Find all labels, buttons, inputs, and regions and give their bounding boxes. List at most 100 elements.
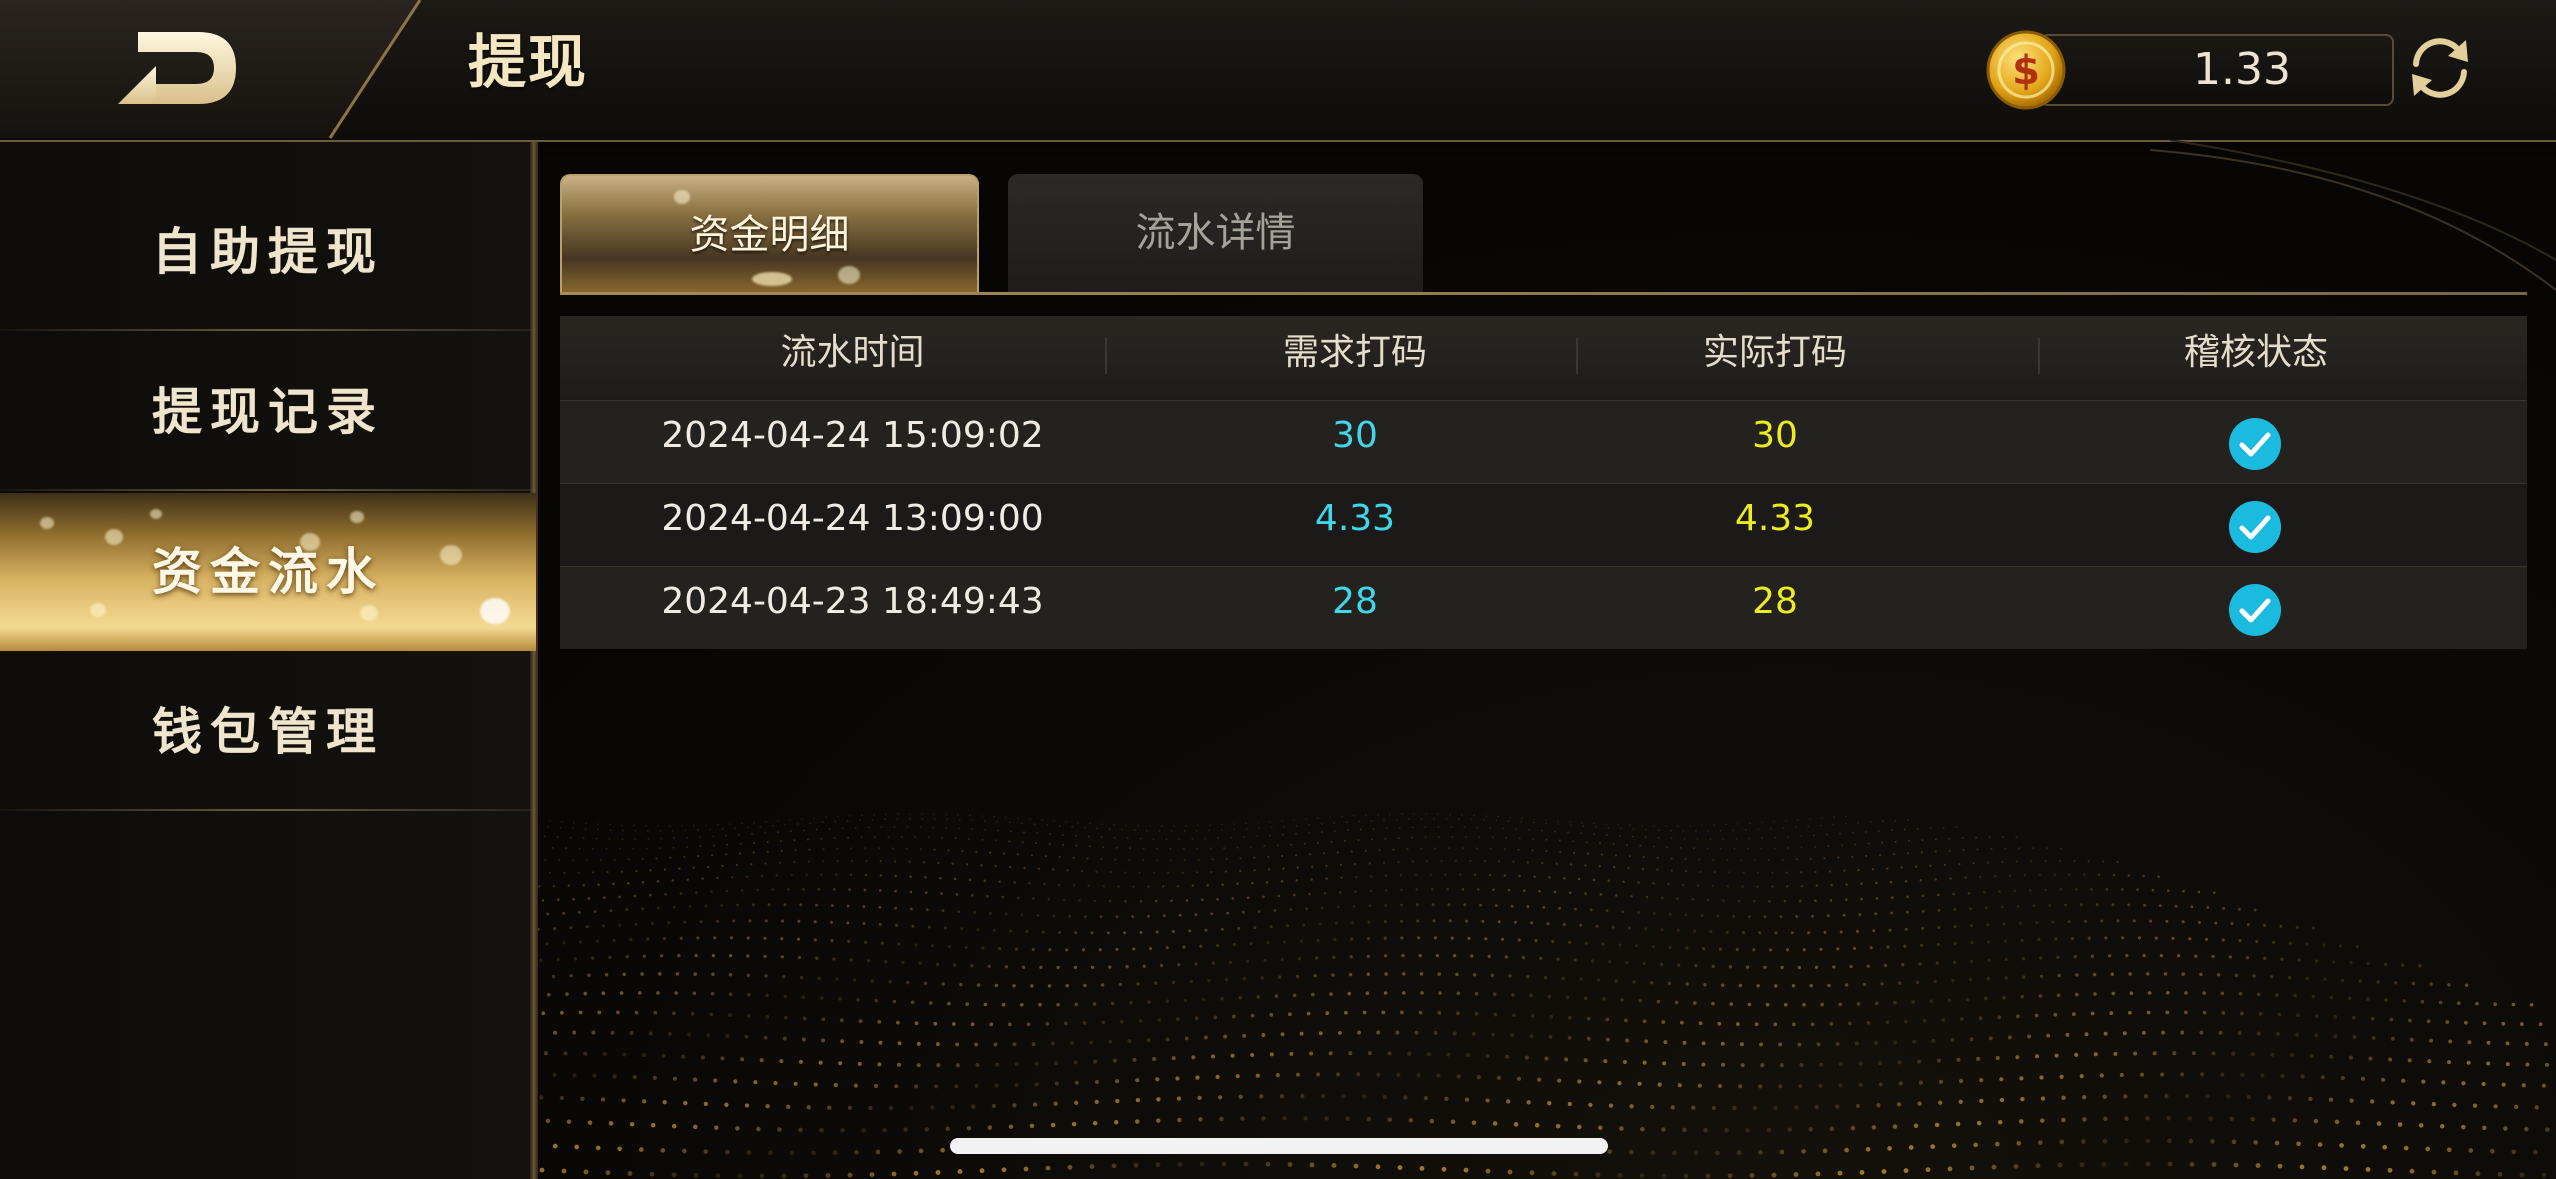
- sidebar-item-self-withdraw[interactable]: 自助提现: [0, 173, 536, 331]
- particle-dot: [1693, 929, 1697, 933]
- particle-dot: [1014, 1082, 1019, 1088]
- particle-dot: [760, 874, 764, 878]
- particle-dot: [1873, 1041, 1878, 1046]
- particle-dot: [1184, 1036, 1189, 1041]
- tab-flow-details[interactable]: 流水详情: [1008, 174, 1423, 292]
- particle-dot: [1245, 828, 1248, 830]
- particle-dot: [1693, 847, 1696, 850]
- particle-dot: [1844, 898, 1848, 902]
- particle-dot: [1489, 826, 1492, 829]
- refresh-icon[interactable]: [2402, 30, 2478, 106]
- particle-dot: [2092, 972, 2097, 977]
- particle-dot: [735, 1126, 740, 1131]
- particle-dot: [1030, 854, 1033, 857]
- particle-dot: [1357, 1030, 1362, 1035]
- particle-dot: [2021, 957, 2026, 961]
- particle-dot: [538, 927, 540, 931]
- particle-dot: [850, 859, 854, 863]
- sidebar-item-wallet-management[interactable]: 钱包管理: [0, 653, 536, 811]
- particle-dot: [2048, 903, 2052, 907]
- particle-dot: [1915, 865, 1918, 868]
- particle-dot: [833, 837, 836, 840]
- particle-dot: [1446, 887, 1449, 891]
- particle-dot: [2366, 997, 2370, 1001]
- particle-dot: [1904, 1019, 1908, 1024]
- particle-dot: [1493, 1012, 1498, 1017]
- particle-dot: [892, 999, 897, 1004]
- tab-fund-details[interactable]: 资金明细: [560, 174, 979, 294]
- particle-dot: [1771, 885, 1774, 888]
- fund-flow-table: 流水时间 需求打码 实际打码 稽核状态 2024-04-24 15:09:02 …: [560, 316, 2527, 649]
- check-icon: [2229, 584, 2281, 636]
- particle-dot: [2468, 1148, 2474, 1153]
- particle-dot: [608, 837, 611, 840]
- particle-dot: [2381, 1077, 2386, 1082]
- particle-dot: [556, 836, 559, 839]
- particle-dot: [1607, 826, 1610, 829]
- particle-dot: [1452, 1031, 1457, 1036]
- particle-dot: [1306, 1011, 1311, 1016]
- particle-dot: [1258, 827, 1261, 830]
- particle-dot: [1548, 876, 1551, 879]
- particle-dot: [1827, 983, 1831, 988]
- particle-dot: [1323, 891, 1327, 895]
- particle-dot: [2056, 993, 2061, 998]
- back-arrow-icon[interactable]: [118, 28, 243, 108]
- particle-dot: [2127, 903, 2131, 907]
- particle-dot: [868, 1105, 873, 1111]
- particle-dot: [1684, 858, 1687, 861]
- particle-dot: [1004, 965, 1009, 969]
- particle-dot: [1432, 919, 1436, 923]
- particle-dot: [2145, 1161, 2151, 1167]
- particle-dot: [841, 827, 844, 830]
- particle-dot: [1434, 847, 1437, 850]
- particle-dot: [1155, 847, 1159, 850]
- particle-dot: [1025, 930, 1029, 934]
- particle-dot: [1874, 1001, 1879, 1006]
- particle-dot: [2429, 1038, 2434, 1043]
- particle-dot: [1919, 879, 1923, 882]
- particle-dot: [1033, 823, 1036, 825]
- particle-dot: [1608, 960, 1612, 964]
- particle-dot: [924, 876, 927, 879]
- particle-dot: [671, 1123, 677, 1129]
- particle-dot: [1726, 859, 1729, 862]
- particle-dot: [1908, 1145, 1914, 1150]
- particle-dot: [1894, 819, 1897, 822]
- particle-dot: [1353, 815, 1355, 817]
- particle-dot: [914, 836, 917, 839]
- particle-dot: [1719, 847, 1723, 850]
- particle-dot: [2240, 1011, 2244, 1016]
- particle-dot: [1267, 855, 1270, 858]
- sidebar-item-fund-flow[interactable]: 资金流水: [0, 493, 536, 651]
- particle-dot: [1424, 826, 1427, 829]
- particle-dot: [765, 1104, 770, 1109]
- particle-dot: [1135, 1078, 1140, 1083]
- particle-dot: [2093, 1052, 2098, 1057]
- sidebar-item-withdraw-records[interactable]: 提现记录: [0, 333, 536, 491]
- particle-dot: [1217, 837, 1220, 840]
- particle-dot: [1206, 883, 1209, 887]
- particle-dot: [1792, 1022, 1796, 1027]
- particle-dot: [1629, 1104, 1634, 1109]
- particle-dot: [1857, 868, 1860, 872]
- particle-dot: [549, 820, 551, 822]
- particle-dot: [1823, 857, 1826, 860]
- particle-dot: [688, 905, 692, 908]
- particle-dot: [1593, 822, 1595, 825]
- particle-dot: [1456, 1011, 1460, 1016]
- particle-dot: [1204, 928, 1208, 932]
- particle-dot: [1152, 871, 1156, 875]
- particle-dot: [1530, 1014, 1535, 1018]
- particle-dot: [746, 936, 750, 940]
- particle-dot: [1590, 959, 1595, 963]
- particle-dot: [1495, 819, 1498, 822]
- particle-dot: [1984, 906, 1988, 910]
- particle-dot: [1975, 836, 1978, 839]
- particle-dot: [2533, 1149, 2538, 1155]
- particle-dot: [587, 1120, 593, 1125]
- particle-dot: [1169, 847, 1172, 850]
- particle-dot: [1416, 1073, 1421, 1078]
- particle-dot: [1930, 1144, 1936, 1149]
- particle-dot: [1819, 1062, 1824, 1067]
